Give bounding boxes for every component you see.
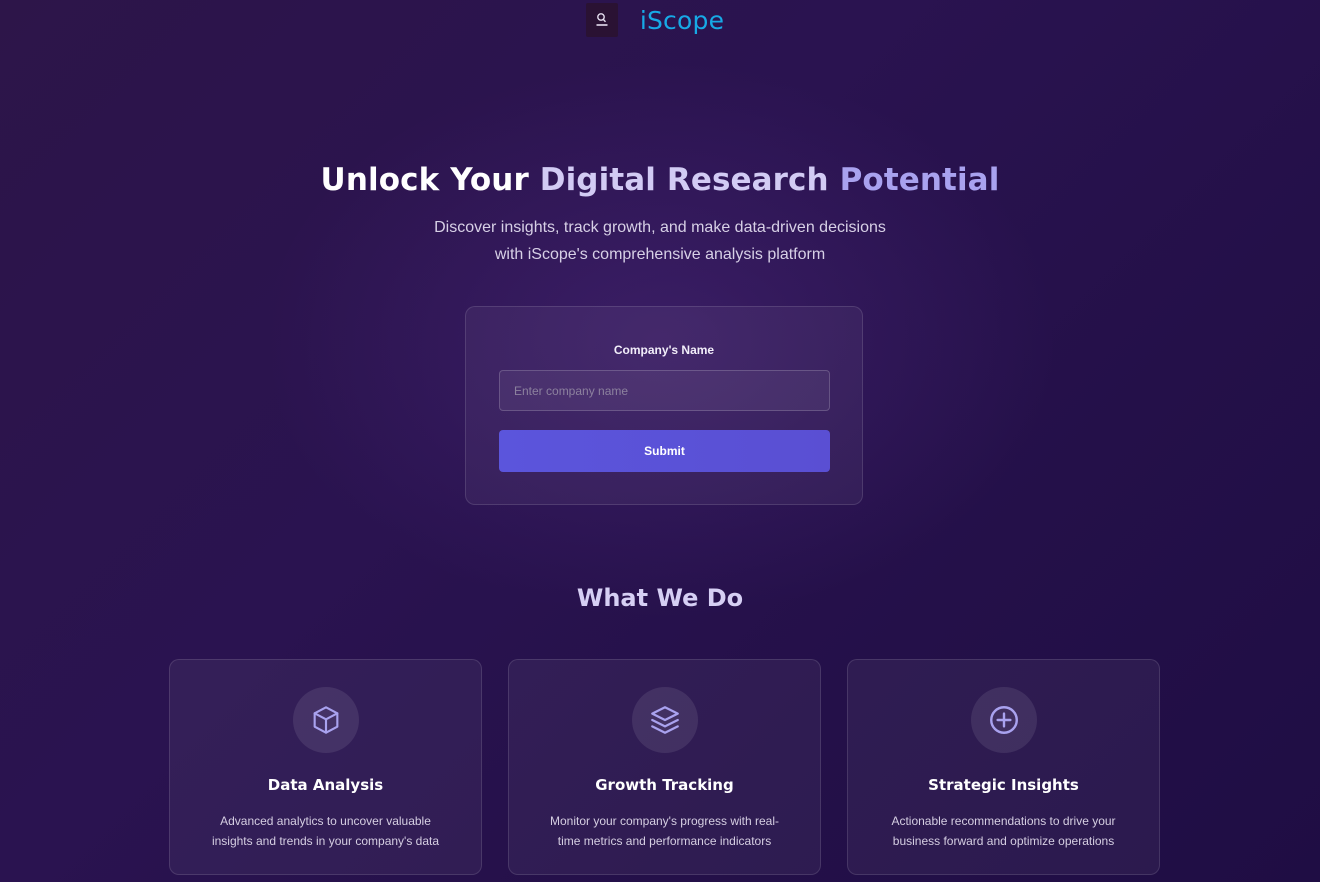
card-title: Strategic Insights [928, 776, 1079, 794]
top-header: iScope [0, 0, 1320, 40]
card-description-line2: time metrics and performance indicators [557, 834, 772, 848]
card-title: Data Analysis [267, 776, 384, 794]
feature-card-growth-tracking: Growth Tracking Monitor your company's p… [508, 659, 821, 875]
company-name-input[interactable] [499, 370, 830, 411]
card-description-line1: Advanced analytics to uncover valuable [220, 814, 431, 828]
submit-button[interactable]: Submit [499, 430, 830, 472]
hero-subtitle-line2: with iScope's comprehensive analysis pla… [494, 246, 826, 263]
brand-name: iScope [639, 5, 725, 35]
card-description-line1: Monitor your company's progress with rea… [549, 814, 780, 828]
feature-cards: Data Analysis Advanced analytics to unco… [169, 659, 1160, 875]
what-we-do-title: What We Do [576, 584, 744, 612]
card-title: Growth Tracking [595, 776, 734, 794]
layers-icon [631, 687, 698, 753]
hero-title-part1: Unlock Your [320, 162, 540, 198]
cube-icon [292, 687, 359, 753]
feature-card-data-analysis: Data Analysis Advanced analytics to unco… [169, 659, 482, 875]
feature-card-strategic-insights: Strategic Insights Actionable recommenda… [847, 659, 1160, 875]
brand[interactable]: iScope [585, 3, 725, 37]
card-description-line1: Actionable recommendations to drive your [891, 814, 1116, 828]
search-person-icon [585, 3, 618, 37]
company-name-label: Company's Name [613, 343, 715, 357]
card-description: Monitor your company's progress with rea… [529, 811, 800, 851]
card-description-line2: insights and trends in your company's da… [211, 834, 440, 848]
card-description: Actionable recommendations to drive your… [868, 811, 1139, 851]
card-description-line2: business forward and optimize operations [892, 834, 1115, 848]
hero-title-part3: Potential [839, 162, 1000, 198]
card-description: Advanced analytics to uncover valuable i… [190, 811, 461, 851]
plus-circle-icon [970, 687, 1037, 753]
hero-subtitle: Discover insights, track growth, and mak… [0, 214, 1320, 268]
hero-title: Unlock Your Digital Research Potential [0, 162, 1320, 198]
hero-subtitle-line1: Discover insights, track growth, and mak… [434, 219, 886, 236]
hero-title-part2: Digital Research [539, 162, 840, 198]
company-form-card: Company's Name Submit [465, 306, 863, 505]
